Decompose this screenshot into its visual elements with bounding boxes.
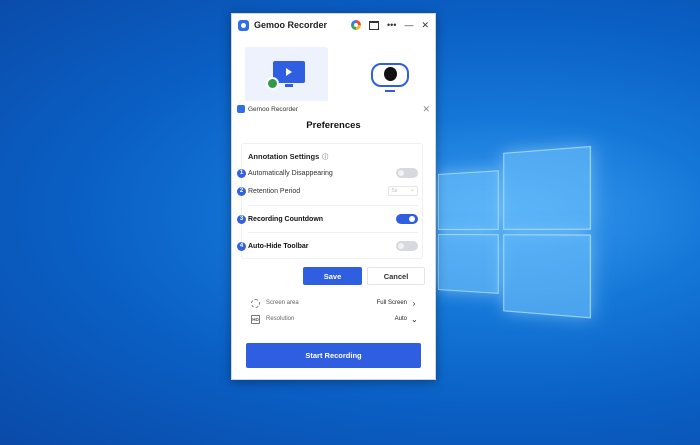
screen-area-option[interactable]: Screen area Full Screen ›: [251, 296, 417, 310]
app-title: Gemoo Recorder: [254, 20, 327, 30]
setting-row-recording-countdown: 3 Recording Countdown: [242, 210, 424, 228]
chevron-down-icon: ⌄: [411, 315, 417, 324]
avatar-circle-icon: [266, 77, 279, 90]
title-bar-controls: ••• — ✕: [351, 20, 429, 30]
gemoo-logo-icon: [237, 105, 245, 113]
minimize-icon[interactable]: —: [404, 21, 413, 30]
option-label: Resolution: [266, 316, 294, 322]
windows-logo-pane: [503, 234, 591, 318]
resolution-icon: HD: [251, 315, 260, 324]
dialog-app-title: Gemoo Recorder: [248, 106, 298, 113]
step-badge: 1: [237, 169, 246, 178]
title-bar: Gemoo Recorder ••• — ✕: [232, 14, 435, 36]
chevron-right-icon: ›: [411, 299, 417, 308]
setting-label: Automatically Disappearing: [248, 170, 333, 177]
setting-row-auto-disappear: 1 Automatically Disappearing: [242, 164, 424, 182]
screen-mode-button[interactable]: [245, 47, 328, 102]
window-icon[interactable]: [369, 21, 379, 30]
recording-modes: [245, 47, 425, 102]
setting-label: Auto-Hide Toolbar: [248, 243, 309, 250]
webcam-mode-button[interactable]: [363, 47, 419, 102]
windows-logo-pane: [438, 234, 499, 294]
close-icon[interactable]: ✕: [421, 21, 429, 30]
more-icon[interactable]: •••: [387, 21, 396, 30]
windows-logo: [438, 146, 594, 317]
auto-disappear-toggle[interactable]: [396, 168, 418, 178]
retention-period-select[interactable]: 5s: [388, 186, 418, 196]
divider: [248, 232, 418, 233]
setting-label: Retention Period: [248, 188, 300, 195]
step-badge: 3: [237, 215, 246, 224]
setting-row-auto-hide-toolbar: 4 Auto-Hide Toolbar: [242, 237, 424, 255]
monitor-stand: [285, 84, 293, 87]
dialog-title: Preferences: [232, 120, 435, 131]
option-value: Full Screen: [377, 300, 407, 306]
step-badge: 4: [237, 242, 246, 251]
webcam-stand: [385, 88, 395, 92]
setting-row-retention-period: 2 Retention Period 5s: [242, 182, 424, 200]
gemoo-logo-icon: [238, 20, 249, 31]
resolution-option[interactable]: HD Resolution Auto ⌄: [251, 312, 417, 326]
cancel-button[interactable]: Cancel: [367, 267, 425, 285]
recording-countdown-toggle[interactable]: [396, 214, 418, 224]
preferences-dialog: Gemoo Recorder ✕ Preferences Annotation …: [232, 101, 435, 297]
windows-logo-pane: [503, 146, 591, 230]
setting-label: Recording Countdown: [248, 216, 323, 223]
gemoo-recorder-window: Gemoo Recorder ••• — ✕ Gemoo Recorder ✕ …: [231, 13, 436, 380]
save-button[interactable]: Save: [303, 267, 362, 285]
info-icon[interactable]: ⓘ: [322, 155, 328, 161]
section-title: Annotation Settings ⓘ: [248, 152, 328, 161]
dialog-close-icon[interactable]: ✕: [422, 104, 430, 115]
divider: [248, 205, 418, 206]
annotation-settings-panel: Annotation Settings ⓘ 1 Automatically Dis…: [241, 143, 423, 259]
windows-logo-pane: [438, 170, 499, 230]
color-circle-icon[interactable]: [351, 20, 361, 30]
section-title-text: Annotation Settings: [248, 152, 319, 161]
webcam-recording-icon: [371, 63, 409, 87]
option-value: Auto: [395, 316, 407, 322]
option-label: Screen area: [266, 300, 299, 306]
screen-area-icon: [251, 299, 260, 308]
auto-hide-toolbar-toggle[interactable]: [396, 241, 418, 251]
start-recording-button[interactable]: Start Recording: [246, 343, 421, 368]
dialog-header: Gemoo Recorder ✕: [232, 101, 435, 117]
step-badge: 2: [237, 187, 246, 196]
